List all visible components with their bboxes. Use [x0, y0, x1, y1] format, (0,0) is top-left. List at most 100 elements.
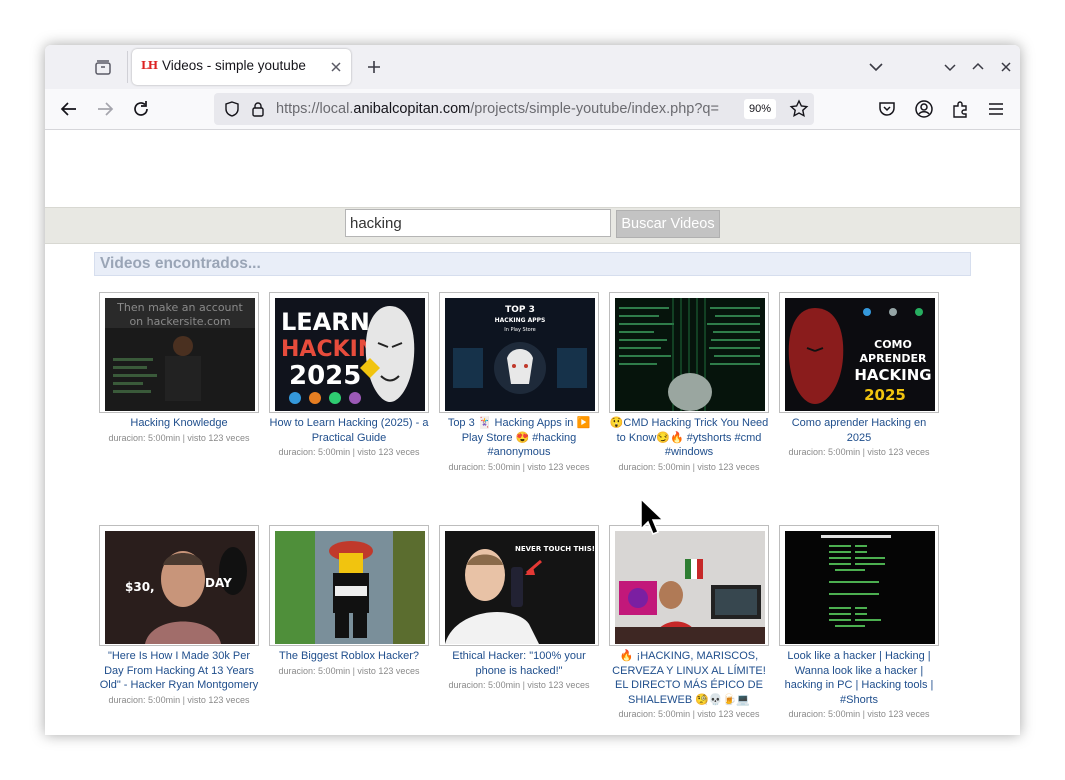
shield-icon[interactable]	[223, 100, 241, 118]
video-meta: duracion: 5:00min | visto 123 veces	[788, 447, 930, 457]
svg-text:DAY: DAY	[205, 576, 232, 590]
svg-text:2025: 2025	[289, 361, 361, 391]
video-meta: duracion: 5:00min | visto 123 veces	[618, 709, 760, 719]
thumbnail-frame[interactable]	[609, 292, 769, 413]
bookmark-star-icon[interactable]	[789, 99, 809, 119]
video-title-link[interactable]: Look like a hacker | Hacking | Wanna loo…	[778, 649, 940, 707]
tab-title: Videos - simple youtube	[162, 58, 306, 73]
tab-favicon: LH	[141, 59, 158, 72]
video-title-link[interactable]: How to Learn Hacking (2025) - a Practica…	[268, 416, 430, 445]
thumbnail-frame[interactable]: NEVER TOUCH THIS!	[439, 525, 599, 646]
search-input[interactable]: hacking	[345, 209, 611, 237]
page-content: hacking Buscar Videos Videos encontrados…	[45, 130, 1020, 735]
video-thumbnail[interactable]	[615, 298, 765, 411]
results-heading: Videos encontrados...	[94, 252, 971, 276]
svg-text:COMO: COMO	[874, 338, 912, 351]
minimize-icon[interactable]	[941, 58, 959, 76]
tab-separator	[127, 51, 128, 83]
thumbnail-frame[interactable]: TOP 3 HACKING APPS In Play Store	[439, 292, 599, 413]
video-card[interactable]: $30, DAY "Here Is How I Made 30k Per Day…	[98, 525, 260, 706]
svg-text:LEARN: LEARN	[281, 308, 370, 336]
thumbnail-frame[interactable]	[779, 525, 939, 646]
navigation-toolbar: https://local.anibalcopitan.com/projects…	[45, 89, 1020, 130]
thumbnail-frame[interactable]: LEARN HACKING 2025	[269, 292, 429, 413]
video-thumbnail[interactable]	[785, 531, 935, 644]
close-window-icon[interactable]	[997, 58, 1015, 76]
video-thumbnail[interactable]: NEVER TOUCH THIS!	[445, 531, 595, 644]
video-card[interactable]: Look like a hacker | Hacking | Wanna loo…	[778, 525, 940, 720]
thumbnail-frame[interactable]: $30, DAY	[99, 525, 259, 646]
video-meta: duracion: 5:00min | visto 123 veces	[448, 461, 590, 472]
svg-text:$30,: $30,	[125, 580, 155, 594]
thumbnail-frame[interactable]	[609, 525, 769, 646]
video-title-link[interactable]: Ethical Hacker: "100% your phone is hack…	[438, 649, 600, 678]
thumbnail-frame[interactable]: Then make an account on hackersite.com	[99, 292, 259, 413]
search-bar-area: hacking Buscar Videos	[45, 207, 1020, 244]
video-thumbnail[interactable]: COMO APRENDER HACKING 2025	[785, 298, 935, 411]
video-card[interactable]: COMO APRENDER HACKING 2025 Como aprender…	[778, 292, 940, 458]
svg-text:HACKING: HACKING	[854, 366, 931, 384]
mouse-cursor-icon	[640, 498, 664, 535]
extensions-icon[interactable]	[950, 99, 970, 119]
url-text[interactable]: https://local.anibalcopitan.com/projects…	[276, 101, 742, 117]
video-card[interactable]: 🔥 ¡HACKING, MARISCOS, CERVEZA Y LINUX AL…	[608, 525, 770, 720]
thumbnail-frame[interactable]: COMO APRENDER HACKING 2025	[779, 292, 939, 413]
video-title-link[interactable]: Como aprender Hacking en 2025	[778, 416, 940, 445]
video-card[interactable]: The Biggest Roblox Hacker? duracion: 5:0…	[268, 525, 430, 677]
video-thumbnail[interactable]: $30, DAY	[105, 531, 255, 644]
back-arrow-icon[interactable]	[59, 99, 79, 119]
video-thumbnail[interactable]	[615, 531, 765, 644]
video-title-link[interactable]: 🔥 ¡HACKING, MARISCOS, CERVEZA Y LINUX AL…	[608, 649, 770, 707]
tab-strip: LH Videos - simple youtube	[45, 45, 1020, 89]
forward-arrow-icon[interactable]	[95, 99, 115, 119]
svg-text:TOP 3: TOP 3	[505, 305, 535, 315]
list-all-tabs-icon[interactable]	[867, 58, 885, 76]
svg-text:NEVER TOUCH THIS!: NEVER TOUCH THIS!	[515, 545, 595, 553]
svg-text:2025: 2025	[864, 386, 906, 404]
video-thumbnail[interactable]: TOP 3 HACKING APPS In Play Store	[445, 298, 595, 411]
svg-text:APRENDER: APRENDER	[860, 352, 927, 365]
search-button[interactable]: Buscar Videos	[616, 210, 720, 238]
reload-icon[interactable]	[131, 99, 151, 119]
video-meta: duracion: 5:00min | visto 123 veces	[278, 665, 420, 676]
svg-text:on hackersite.com: on hackersite.com	[129, 315, 230, 328]
browser-window: LH Videos - simple youtube https://local…	[45, 45, 1020, 735]
url-path: /projects/simple-youtube/index.php?q=	[470, 101, 719, 117]
tab-manager-icon[interactable]	[93, 57, 113, 77]
video-title-link[interactable]: Hacking Knowledge	[98, 416, 260, 431]
thumbnail-frame[interactable]	[269, 525, 429, 646]
lock-icon[interactable]	[249, 100, 267, 118]
video-meta: duracion: 5:00min | visto 123 veces	[108, 432, 250, 443]
url-domain: anibalcopitan.com	[353, 101, 471, 117]
video-thumbnail[interactable]: LEARN HACKING 2025	[275, 298, 425, 411]
svg-text:Then make an account: Then make an account	[116, 301, 243, 314]
video-meta: duracion: 5:00min | visto 123 veces	[108, 694, 250, 705]
video-meta: duracion: 5:00min | visto 123 veces	[788, 709, 930, 719]
video-title-link[interactable]: Top 3 🃏 Hacking Apps in ▶️ Play Store 😍 …	[438, 416, 600, 460]
video-card[interactable]: TOP 3 HACKING APPS In Play Store Top 3 🃏…	[438, 292, 600, 473]
close-tab-icon[interactable]	[328, 59, 344, 75]
video-thumbnail[interactable]: Then make an account on hackersite.com	[105, 298, 255, 411]
video-card[interactable]: NEVER TOUCH THIS! Ethical Hacker: "100% …	[438, 525, 600, 691]
video-card[interactable]: Then make an account on hackersite.com H…	[98, 292, 260, 444]
account-icon[interactable]	[914, 99, 934, 119]
video-card[interactable]: 😲CMD Hacking Trick You Need to Know😏🔥 #y…	[608, 292, 770, 473]
new-tab-icon[interactable]	[365, 58, 383, 76]
video-thumbnail[interactable]	[275, 531, 425, 644]
video-card[interactable]: LEARN HACKING 2025 How to Learn Hacking …	[268, 292, 430, 458]
zoom-level-badge[interactable]: 90%	[744, 99, 777, 119]
svg-text:In Play Store: In Play Store	[504, 327, 535, 333]
video-title-link[interactable]: The Biggest Roblox Hacker?	[268, 649, 430, 664]
video-title-link[interactable]: "Here Is How I Made 30k Per Day From Hac…	[98, 649, 260, 693]
video-meta: duracion: 5:00min | visto 123 veces	[618, 461, 760, 472]
video-meta: duracion: 5:00min | visto 123 veces	[448, 680, 590, 690]
video-meta: duracion: 5:00min | visto 123 veces	[278, 447, 420, 457]
video-title-link[interactable]: 😲CMD Hacking Trick You Need to Know😏🔥 #y…	[608, 416, 770, 460]
url-prefix: https://local.	[276, 101, 354, 117]
tab-videos[interactable]: LH Videos - simple youtube	[132, 49, 351, 85]
url-bar[interactable]: https://local.anibalcopitan.com/projects…	[214, 93, 814, 125]
maximize-icon[interactable]	[969, 58, 987, 76]
pocket-icon[interactable]	[877, 99, 897, 119]
svg-text:HACKING APPS: HACKING APPS	[495, 317, 546, 324]
menu-icon[interactable]	[986, 99, 1006, 119]
